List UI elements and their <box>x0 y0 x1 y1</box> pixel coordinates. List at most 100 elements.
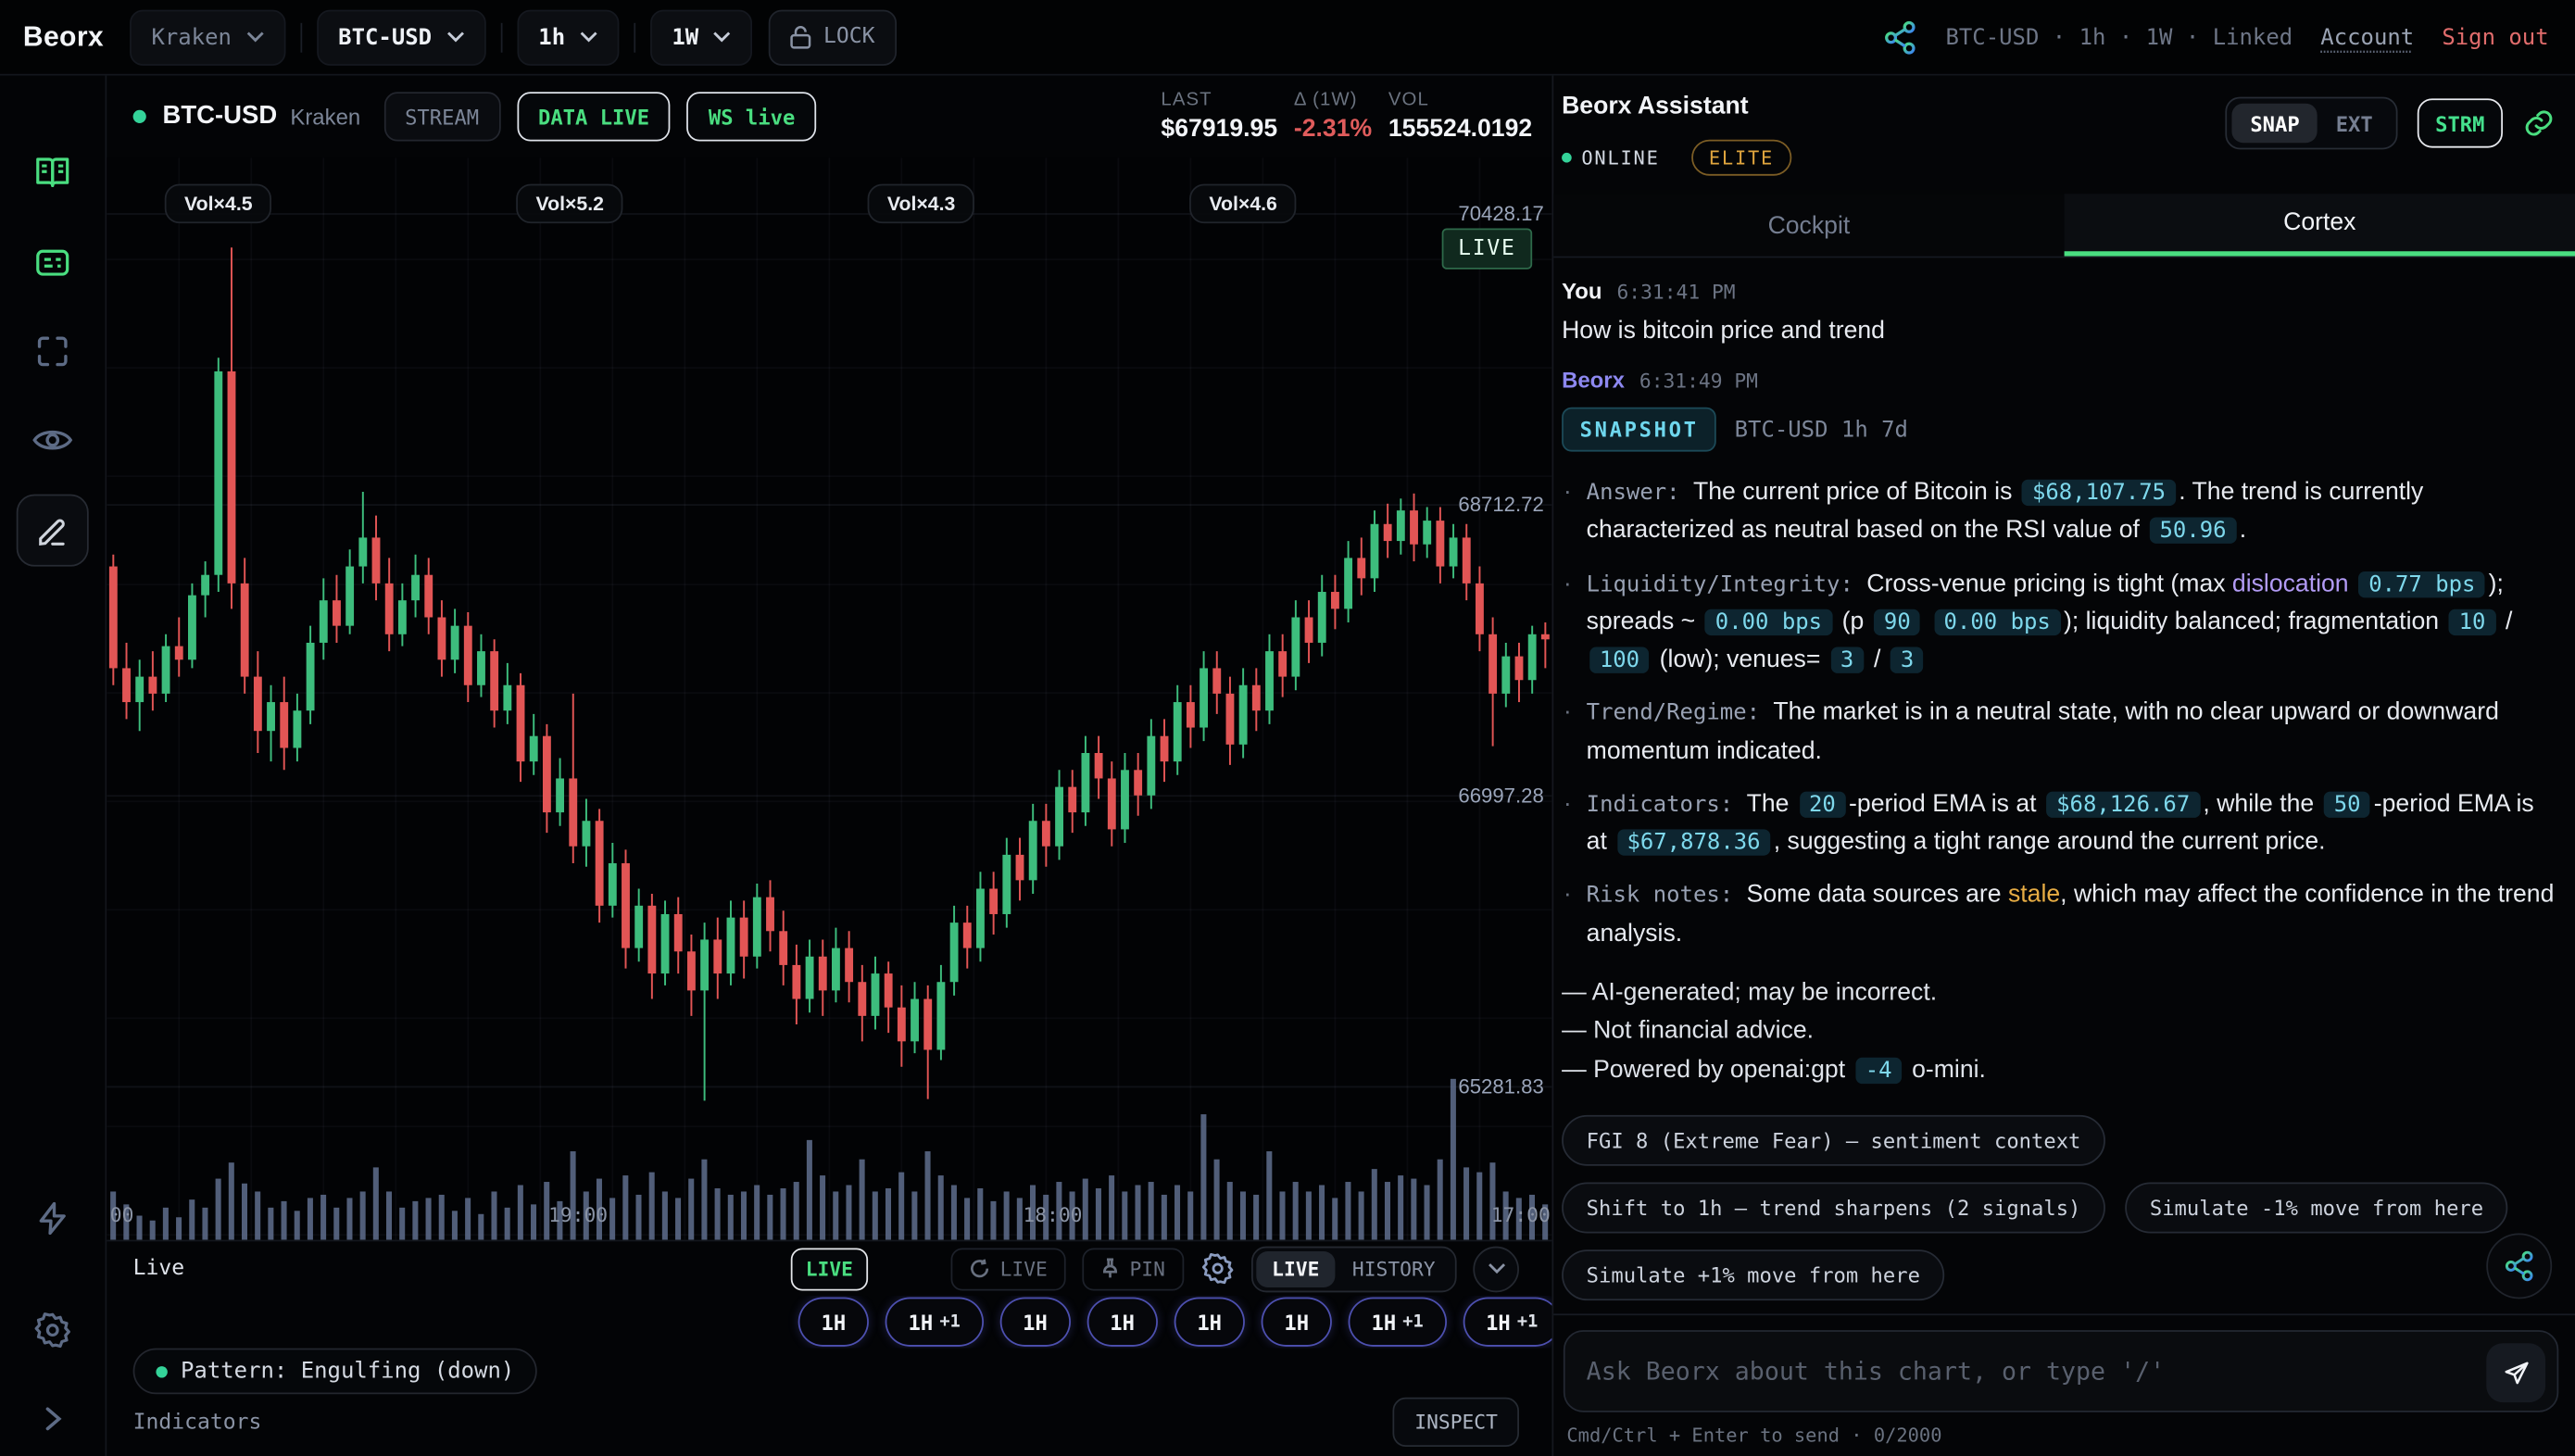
mode-history-tab[interactable]: HISTORY <box>1336 1250 1451 1287</box>
volume-bar <box>1109 1175 1114 1240</box>
value-token: 3 <box>1890 647 1924 673</box>
candle <box>385 584 394 634</box>
refresh-live-button[interactable]: LIVE <box>950 1248 1065 1290</box>
share-chart-button[interactable] <box>2486 1233 2552 1299</box>
lightning-icon[interactable] <box>32 1199 72 1238</box>
candlestick-chart[interactable]: 70428.1768712.7266997.2865281.830019:001… <box>107 157 1551 1239</box>
live-center-button[interactable]: LIVE <box>791 1248 868 1290</box>
chevron-down-icon <box>713 31 732 43</box>
chart-settings-gear-icon[interactable] <box>1200 1251 1234 1286</box>
suggestion-chip[interactable]: FGI 8 (Extreme Fear) — sentiment context <box>1562 1115 2105 1166</box>
collapse-chevron-icon[interactable] <box>41 1406 64 1432</box>
timeframe-pill[interactable]: 1H <box>999 1298 1070 1347</box>
account-link[interactable]: Account <box>2320 24 2414 50</box>
value-token: $68,107.75 <box>2022 480 2175 506</box>
data-live-button[interactable]: DATA LIVE <box>517 92 671 141</box>
range-select[interactable]: 1W <box>650 9 752 65</box>
stream-button[interactable]: STREAM <box>383 92 500 141</box>
volume-bar <box>505 1208 510 1240</box>
pin-icon <box>1100 1258 1120 1279</box>
volume-bar <box>977 1188 983 1240</box>
candle <box>1068 787 1076 812</box>
value-token: 50 <box>2324 791 2370 817</box>
disclaimer-lines: — AI-generated; may be incorrect.— Not f… <box>1562 973 2558 1090</box>
eye-icon[interactable] <box>31 423 74 456</box>
inspect-button[interactable]: INSPECT <box>1393 1398 1519 1447</box>
volume-bar <box>846 1186 851 1240</box>
pattern-badge[interactable]: Pattern: Engulfing (down) <box>133 1349 538 1395</box>
candle <box>1226 694 1235 745</box>
vol-multiple-badge: Vol×5.2 <box>516 184 623 224</box>
pair-select[interactable]: BTC-USD <box>317 9 485 65</box>
ws-live-button[interactable]: WS live <box>687 92 817 141</box>
time-axis-label: 17:00 <box>1491 1204 1551 1227</box>
suggestion-chip[interactable]: Shift to 1h — trend sharpens (2 signals) <box>1562 1182 2105 1233</box>
volume-bar <box>1332 1198 1338 1239</box>
snap-tab[interactable]: SNAP <box>2232 104 2318 144</box>
tab-cortex[interactable]: Cortex <box>2065 194 2575 256</box>
volume-bar <box>1345 1182 1350 1240</box>
volume-bar <box>478 1214 484 1240</box>
volume-bar <box>465 1198 471 1239</box>
candle <box>1265 651 1274 710</box>
candle <box>1423 521 1431 545</box>
card-panel-icon[interactable] <box>32 243 72 282</box>
assistant-tabs: Cockpit Cortex <box>1553 194 2575 257</box>
user-message-header: You 6:31:41 PM <box>1562 279 2558 304</box>
timeframe-pill[interactable]: 1H <box>1087 1298 1157 1347</box>
nav-right-group: BTC-USD · 1h · 1W · Linked Account Sign … <box>1881 19 2548 55</box>
ext-tab[interactable]: EXT <box>2318 104 2391 144</box>
settings-gear-icon[interactable] <box>32 1311 72 1350</box>
candle <box>634 906 643 948</box>
candle <box>1029 821 1037 880</box>
tab-cockpit[interactable]: Cockpit <box>1553 194 2064 256</box>
pin-button[interactable]: PIN <box>1082 1248 1183 1290</box>
value-token: 10 <box>2449 609 2495 634</box>
strm-button[interactable]: STRM <box>2418 98 2503 147</box>
draw-tool-button[interactable] <box>17 495 89 567</box>
volume-bar <box>150 1221 156 1240</box>
pin-button-label: PIN <box>1129 1257 1164 1280</box>
candle <box>687 951 696 990</box>
book-open-icon[interactable] <box>32 153 72 193</box>
volume-bar <box>898 1173 904 1240</box>
snapshot-meta: BTC-USD 1h 7d <box>1735 416 1908 442</box>
assistant-controls: SNAP EXT STRM <box>2226 97 2556 150</box>
candle <box>1095 753 1103 778</box>
share-icon[interactable] <box>1881 19 1917 55</box>
chat-input[interactable] <box>1565 1356 2557 1386</box>
candle <box>1384 524 1392 541</box>
timeframe-select[interactable]: 1h <box>517 9 619 65</box>
candle <box>713 939 722 973</box>
timeframe-pill[interactable]: 1H <box>798 1298 869 1347</box>
timeframe-pill[interactable]: 1H+1 <box>1463 1298 1551 1347</box>
signout-link[interactable]: Sign out <box>2442 24 2548 50</box>
candle <box>1121 770 1129 829</box>
candle <box>490 651 498 710</box>
lock-button[interactable]: LOCK <box>769 9 896 65</box>
elite-badge: ELITE <box>1690 140 1791 176</box>
candle <box>411 575 420 600</box>
candle <box>609 863 617 906</box>
timeframe-pill[interactable]: 1H+1 <box>1349 1298 1447 1347</box>
range-select-value: 1W <box>672 24 698 50</box>
volume-bar <box>767 1195 772 1240</box>
suggestion-chip[interactable]: Simulate +1% move from here <box>1562 1249 1944 1300</box>
timeframe-pill[interactable]: 1H <box>1174 1298 1245 1347</box>
highlight-text: stale <box>2008 881 2060 909</box>
send-plane-icon <box>2502 1359 2530 1387</box>
mode-live-tab[interactable]: LIVE <box>1255 1250 1336 1287</box>
timeframe-pill[interactable]: 1H+1 <box>886 1298 984 1347</box>
venue-select[interactable]: Kraken <box>130 9 285 65</box>
chat-transcript[interactable]: You 6:31:41 PM How is bitcoin price and … <box>1553 257 2575 1313</box>
candle <box>898 1008 906 1042</box>
fullscreen-icon[interactable] <box>32 332 72 371</box>
timeframe-pill[interactable]: 1H <box>1262 1298 1332 1347</box>
candle <box>872 973 880 1016</box>
candle <box>148 677 157 694</box>
link-icon[interactable] <box>2522 107 2555 139</box>
expand-toolbar-button[interactable] <box>1473 1246 1519 1292</box>
send-button[interactable] <box>2486 1343 2545 1402</box>
suggestion-chip[interactable]: Simulate -1% move from here <box>2125 1182 2507 1233</box>
candle <box>923 999 932 1050</box>
